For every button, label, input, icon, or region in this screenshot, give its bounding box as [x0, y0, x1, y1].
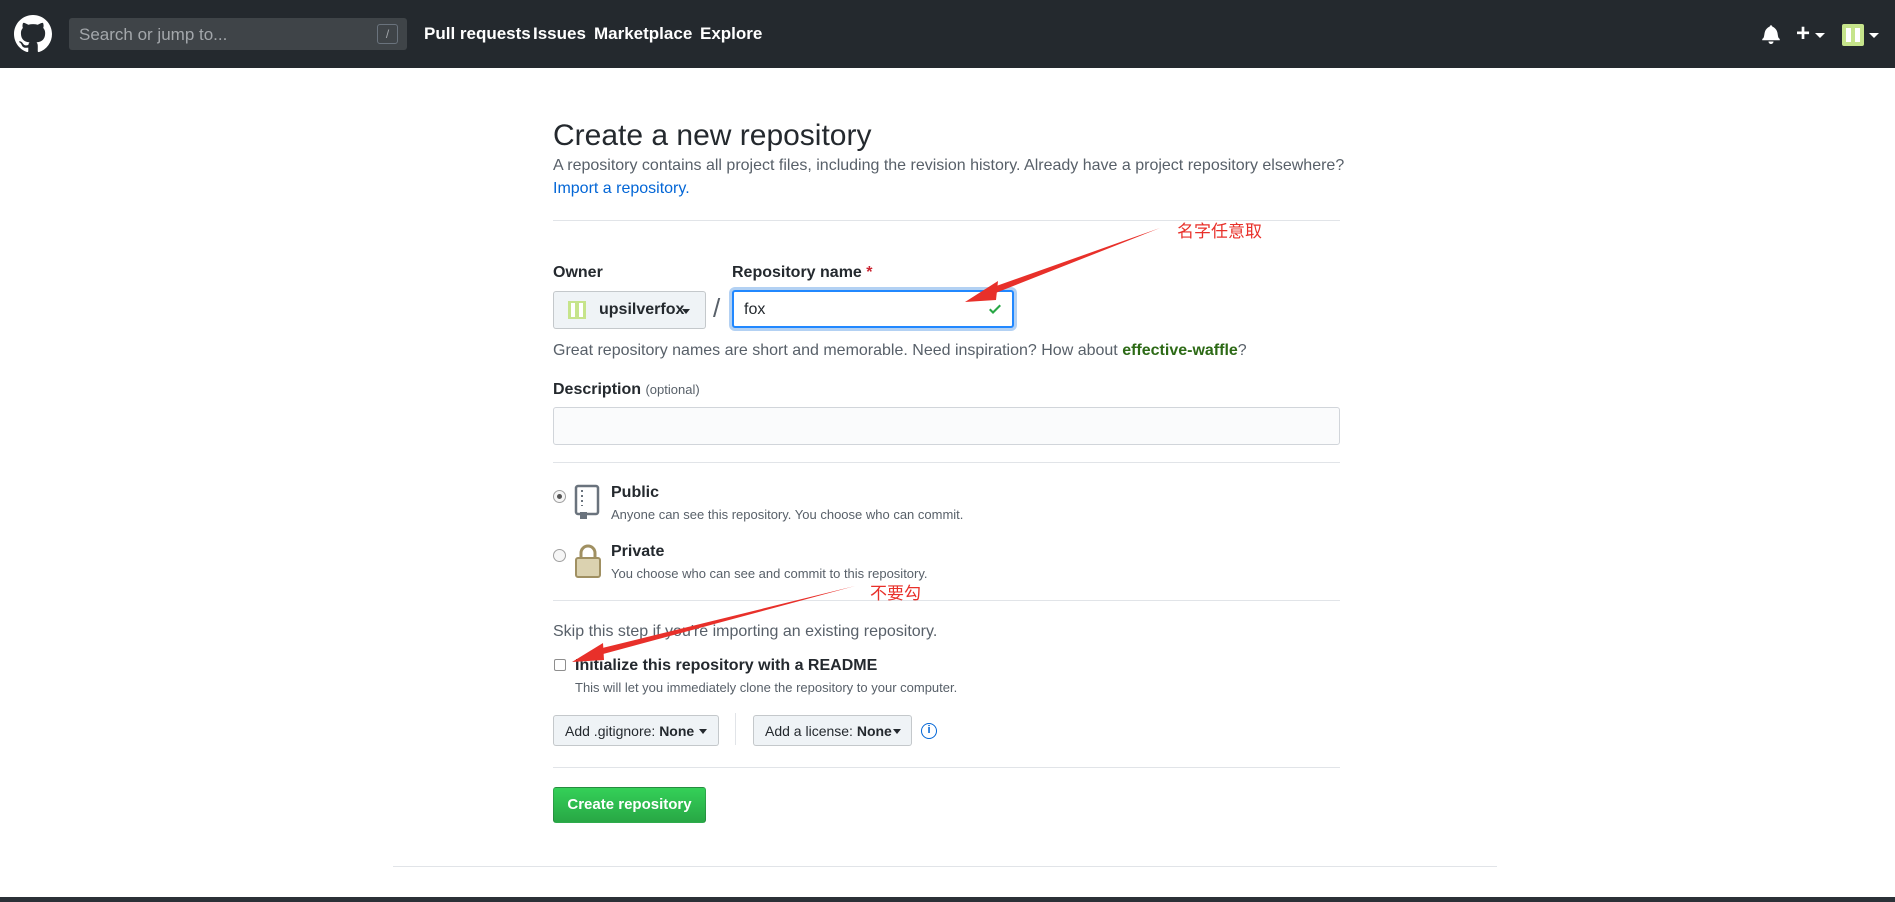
- annotation-readme-note: 不要勾: [870, 584, 921, 604]
- annotation-name-note: 名字任意取: [1177, 222, 1262, 242]
- annotation-arrows: [572, 228, 1160, 662]
- arrow-head-readme: [572, 643, 604, 662]
- bottom-bar: [0, 897, 1895, 902]
- arrow-shaft-name: [985, 228, 1160, 296]
- arrow-head-name: [965, 281, 998, 302]
- arrow-shaft-readme: [590, 586, 855, 657]
